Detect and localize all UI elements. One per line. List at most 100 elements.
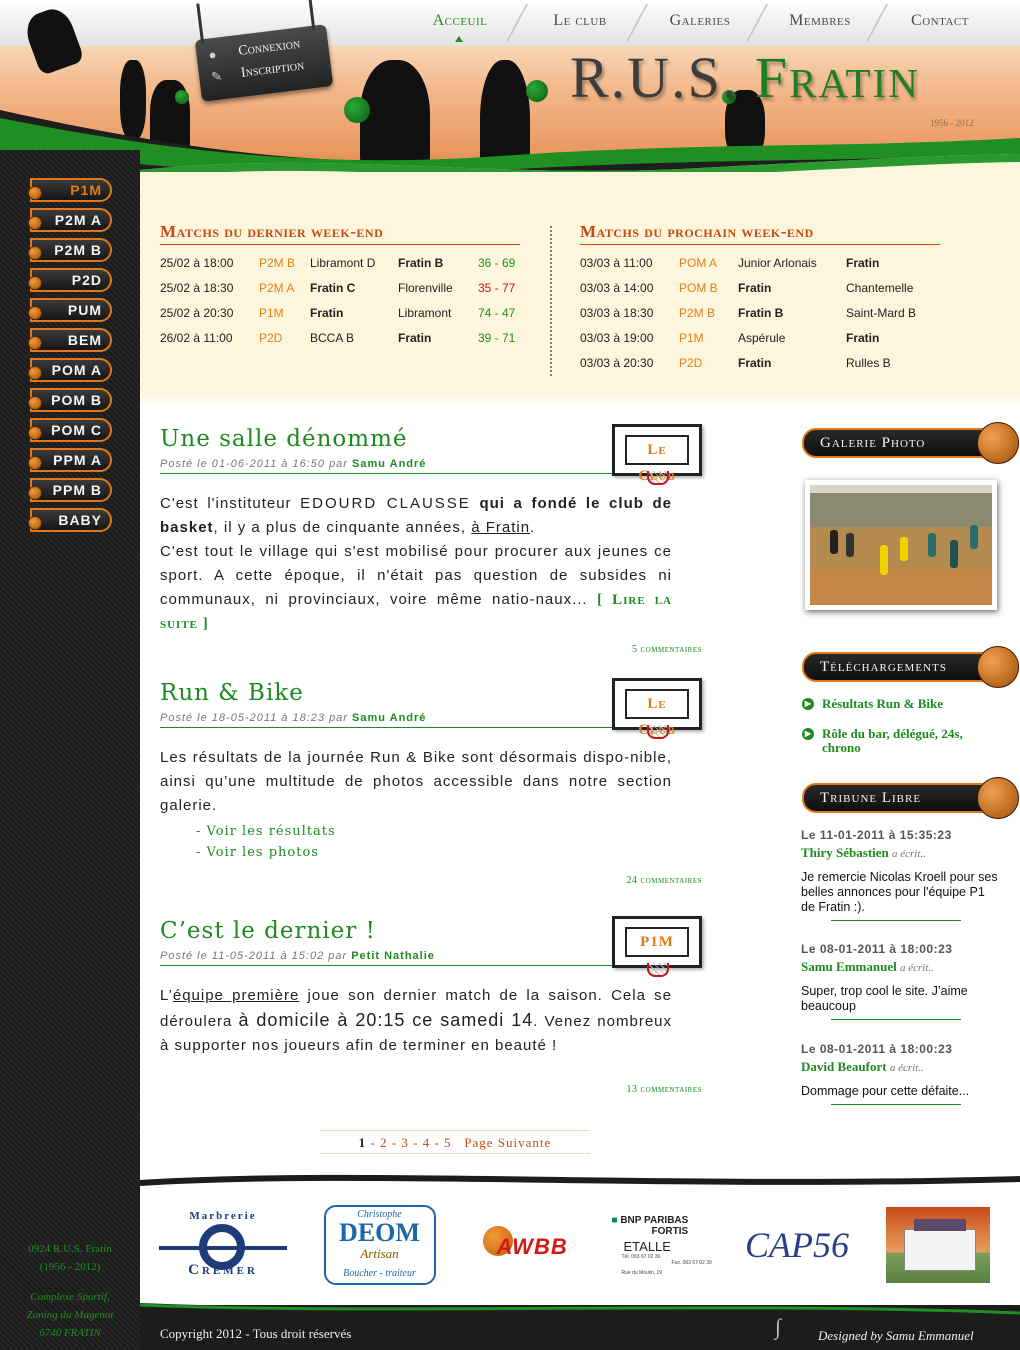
match-cat: POM B [679, 281, 718, 295]
level-button[interactable]: PPM B [28, 478, 112, 502]
article-author[interactable]: Samu André [352, 712, 426, 724]
level-button[interactable]: POM C [28, 418, 112, 442]
article-inline-link[interactable]: équipe première [173, 987, 299, 1004]
match-date: 25/02 à 18:30 [160, 281, 234, 295]
comments-link[interactable]: 13 commentaires [627, 1084, 702, 1095]
sponsor-deom-logo[interactable]: Christophe DEOM Artisan Boucher - traite… [322, 1205, 437, 1285]
deom-logo: Christophe DEOM Artisan Boucher - traite… [323, 1205, 436, 1285]
text-span: à domicile à 20:15 ce samedi 14 [238, 1010, 534, 1030]
category-badge: Le Club [625, 689, 689, 738]
post-message: Dommage pour cette défaite... [801, 1084, 970, 1098]
match-date: 03/03 à 14:00 [580, 281, 654, 295]
text-span: à supporter nos joueurs afin de terminer… [160, 1037, 558, 1054]
next-page-link[interactable]: Page Suivante [464, 1135, 551, 1150]
level-label: BEM [67, 332, 102, 348]
article-inline-link[interactable]: à Fratin [471, 519, 530, 536]
level-button[interactable]: P2D [28, 268, 112, 292]
sponsor-cap56-logo[interactable]: CAP56 [745, 1205, 849, 1285]
post-author: Thiry Sébastien a écrit.. [801, 845, 1001, 861]
download-link[interactable]: ▶ Résultats Run & Bike [802, 697, 1002, 711]
nav-item-galeries[interactable]: Galeries [640, 0, 760, 44]
logo-years: 1956 - 2012 [930, 118, 974, 128]
match-home: BCCA B [310, 331, 355, 345]
user-icon: ● [207, 46, 218, 63]
level-button[interactable]: POM B [28, 388, 112, 412]
page-link[interactable]: 3 [401, 1135, 409, 1150]
post-author: David Beaufort a écrit.. [801, 1059, 1001, 1075]
sponsor-cremer-logo[interactable]: Marbrerie Cremer [158, 1205, 288, 1285]
building-shape [904, 1229, 976, 1271]
comments-link[interactable]: 5 commentaires [632, 644, 702, 655]
level-button[interactable]: PPM A [28, 448, 112, 472]
post-author-name[interactable]: Samu Emmanuel [801, 959, 897, 974]
nav-item-le-club[interactable]: Le club [520, 0, 640, 44]
nav-label: Membres [789, 12, 851, 29]
level-button[interactable]: P1M [28, 178, 112, 202]
article-meta: Posté le 01-06-2011 à 16:50 par Samu And… [160, 458, 615, 474]
level-button[interactable]: BEM [28, 328, 112, 352]
gallery-photo[interactable] [805, 480, 997, 610]
match-date: 03/03 à 19:00 [580, 331, 654, 345]
article-date: Posté le 18-05-2011 à 18:23 par [160, 712, 348, 724]
active-caret-icon [455, 36, 463, 42]
basketball-icon [28, 426, 42, 440]
post-author-name[interactable]: Thiry Sébastien [801, 845, 889, 860]
level-label: P1M [70, 182, 102, 198]
page-link[interactable]: 5 [444, 1135, 452, 1150]
cremer-logo: Marbrerie Cremer [159, 1210, 287, 1280]
comments-link[interactable]: 24 commentaires [627, 875, 702, 886]
basketball-icon [28, 516, 42, 530]
backboard-badge: Le Club [612, 424, 702, 485]
post-author-name[interactable]: David Beaufort [801, 1059, 887, 1074]
downloads-widget-title: Téléchargements [802, 646, 1019, 688]
match-row: 25/02 à 18:30 P2M A Fratin C Florenville 35 … [160, 276, 520, 301]
last-weekend-rows: 25/02 à 18:00 P2M B Libramont D Fratin B 36 … [160, 251, 520, 351]
level-button[interactable]: BABY [28, 508, 112, 532]
backboard-badge: Le Club [612, 678, 702, 739]
tribune-widget-title: Tribune Libre [802, 777, 1019, 819]
level-button[interactable]: PUM [28, 298, 112, 322]
cremer-top-text: Marbrerie [189, 1210, 257, 1222]
designer-logo-icon: ∫ [775, 1314, 782, 1339]
article-author[interactable]: Samu André [352, 458, 426, 470]
match-row: 03/03 à 18:30 P2M B Fratin B Saint-Mard B [580, 301, 940, 326]
site-logo[interactable]: R.U.S. Fratin [570, 44, 920, 111]
level-button[interactable]: POM A [28, 358, 112, 382]
nav-item-acceuil[interactable]: Acceuil [400, 0, 520, 44]
match-away: Fratin [846, 256, 880, 270]
page-link[interactable]: 4 [423, 1135, 431, 1150]
text-span: Venez nombreux [544, 1013, 673, 1030]
sponsor-bnp-logo[interactable]: ■ BNP PARIBAS FORTIS ETALLE Tél. 063 67 … [610, 1205, 725, 1285]
results-divider [550, 226, 552, 376]
article-author[interactable]: Petit Nathalie [351, 950, 435, 962]
level-button[interactable]: P2M A [28, 208, 112, 232]
level-label: PPM A [53, 452, 102, 468]
level-label: POM C [51, 422, 102, 438]
match-cat: P2M A [259, 281, 295, 295]
deom-bottom: Boucher - traiteur [343, 1268, 416, 1279]
last-weekend-matches: Matchs du dernier week-end 25/02 à 18:00… [160, 222, 520, 351]
nav-item-membres[interactable]: Membres [760, 0, 880, 44]
match-row: 25/02 à 18:00 P2M B Libramont D Fratin B 36 … [160, 251, 520, 276]
next-weekend-matches: Matchs du prochain week-end 03/03 à 11:0… [580, 222, 940, 376]
results-link[interactable]: - Voir les résultats [196, 824, 702, 839]
nav-item-contact[interactable]: Contact [880, 0, 1000, 44]
photos-link[interactable]: - Voir les photos [196, 845, 702, 860]
basketball-icon [977, 422, 1019, 464]
cremer-bottom-text: Cremer [188, 1262, 258, 1278]
download-link[interactable]: ▶ Rôle du bar, délégué, 24s, chrono [802, 727, 1002, 755]
level-button[interactable]: P2M B [28, 238, 112, 262]
category-badge: Le Club [625, 435, 689, 484]
cap56-text: CAP56 [745, 1225, 849, 1265]
match-row: 03/03 à 19:00 P1M Aspérule Fratin [580, 326, 940, 351]
photo-figure [880, 545, 888, 575]
match-score: 74 - 47 [478, 306, 516, 320]
text-span: , il y a plus de cinquante années, [213, 519, 472, 536]
photo-figure [928, 533, 936, 557]
sponsor-building-photo[interactable] [886, 1205, 990, 1285]
footer-wave [140, 1303, 1020, 1319]
sponsor-awbb-logo[interactable]: AWBB [480, 1205, 585, 1285]
post-divider [831, 1019, 961, 1020]
page-link[interactable]: 2 [380, 1135, 388, 1150]
level-label: POM A [51, 362, 102, 378]
